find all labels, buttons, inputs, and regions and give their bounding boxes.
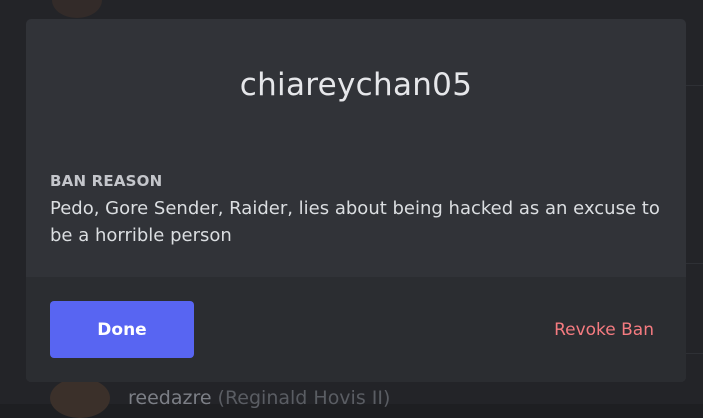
member-avatar xyxy=(52,0,102,18)
banned-username-title: chiareychan05 xyxy=(239,67,473,103)
member-name: reedazre xyxy=(128,387,212,409)
modal-body: chiareychan05 BAN REASON Pedo, Gore Send… xyxy=(26,19,686,277)
divider xyxy=(686,85,703,86)
ban-details-modal: chiareychan05 BAN REASON Pedo, Gore Send… xyxy=(26,19,686,382)
revoke-ban-button[interactable]: Revoke Ban xyxy=(514,301,654,358)
divider xyxy=(686,263,703,264)
modal-footer: Done Revoke Ban xyxy=(26,277,686,382)
member-avatar xyxy=(50,378,110,418)
ban-reason-label: BAN REASON xyxy=(50,172,163,190)
member-nickname: (Reginald Hovis II) xyxy=(217,387,391,409)
ban-reason-text: Pedo, Gore Sender, Raider, lies about be… xyxy=(50,198,660,246)
divider xyxy=(686,353,703,354)
done-button[interactable]: Done xyxy=(50,301,194,358)
